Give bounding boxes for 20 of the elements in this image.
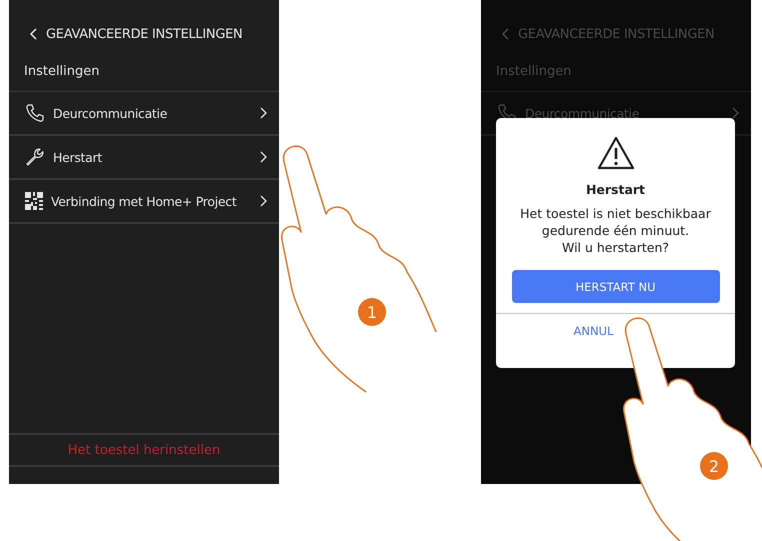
dialog-message: Het toestel is niet beschikbaar gedurende één minuut. Wil u herstarten?: [520, 205, 711, 256]
qr-code-icon: [25, 192, 43, 210]
screen-title: GEAVANCEERDE INSTELLINGEN: [46, 26, 242, 42]
section-label: Instellingen: [495, 63, 573, 81]
menu-item[interactable]: Deurcommunicatie: [9, 92, 279, 136]
chevron-icon: [732, 107, 739, 119]
screen-title: GEAVANCEERDE INSTELLINGEN: [518, 26, 714, 42]
section-label: Instellingen: [23, 63, 101, 81]
chevron-icon: [260, 151, 267, 163]
restart-now-button[interactable]: HERSTART NU: [512, 270, 720, 303]
warning-icon: [596, 136, 634, 170]
chevron-icon: [260, 107, 267, 119]
cancel-button[interactable]: ANNUL: [574, 324, 614, 338]
reset-device-button[interactable]: Het toestel herinstellen: [9, 433, 279, 467]
chevron-icon: [260, 195, 267, 207]
menu-item[interactable]: Verbinding met Home+ Project: [9, 180, 279, 224]
menu-item[interactable]: Herstart: [9, 136, 279, 180]
dialog-title: Herstart: [586, 182, 646, 197]
wrench-icon: [25, 147, 45, 167]
phone-icon: [25, 103, 45, 123]
